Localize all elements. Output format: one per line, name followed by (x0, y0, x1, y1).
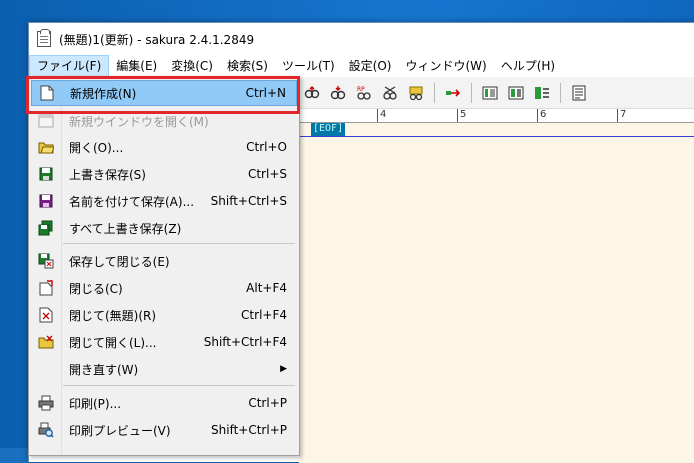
menu-item-open[interactable]: 開く(O)... Ctrl+O (31, 134, 297, 160)
print-preview-icon (31, 417, 61, 443)
window-title: (無題)1(更新) - sakura 2.4.1.2849 (59, 32, 255, 47)
menu-search[interactable]: 検索(S) (220, 55, 275, 77)
menu-item-label: 印刷(P)... (69, 396, 122, 411)
menu-item-label: 新規ウインドウを開く(M) (69, 114, 209, 129)
menu-item-shortcut: Shift+Ctrl+F4 (203, 335, 287, 349)
menu-item-label: 閉じて開く(L)... (69, 335, 157, 350)
ruler: 4 5 6 7 8 (299, 109, 694, 123)
menu-separator (63, 385, 295, 386)
menu-item-print-preview[interactable]: 印刷プレビュー(V) Shift+Ctrl+P (31, 417, 297, 443)
menu-item-shortcut: Ctrl+P (248, 396, 287, 410)
open-folder-icon (31, 134, 61, 160)
grep-icon[interactable] (405, 82, 427, 104)
menu-item-save-all[interactable]: すべて上書き保存(Z) (31, 215, 297, 241)
settings-list-icon[interactable] (568, 82, 590, 104)
find-next-icon[interactable] (327, 82, 349, 104)
menu-item-label: 印刷プレビュー(V) (69, 423, 171, 438)
menu-help[interactable]: ヘルプ(H) (494, 55, 562, 77)
new-document-icon (32, 80, 62, 106)
file-menu-dropdown: 新規作成(N) Ctrl+N 新規ウインドウを開く(M) 開く(O)... Ct… (28, 76, 300, 456)
save-as-icon (31, 188, 61, 214)
menu-item-label: 新規作成(N) (70, 86, 137, 101)
find-prev-icon[interactable] (301, 82, 323, 104)
menu-edit[interactable]: 編集(E) (109, 55, 164, 77)
menu-settings[interactable]: 設定(O) (342, 55, 399, 77)
menu-item-shortcut: Alt+F4 (246, 281, 287, 295)
menu-item-shortcut: Ctrl+N (245, 86, 286, 100)
tag-jump-icon[interactable] (442, 82, 464, 104)
menu-item-new[interactable]: 新規作成(N) Ctrl+N (31, 80, 297, 106)
menu-item-shortcut: Shift+Ctrl+S (210, 194, 287, 208)
menu-item-label: 名前を付けて保存(A)... (69, 194, 195, 209)
menu-item-shortcut: Ctrl+O (246, 140, 287, 154)
menu-item-shortcut: Ctrl+S (247, 167, 287, 181)
toolbar-separator (434, 82, 435, 103)
menu-item-label: 開く(O)... (69, 140, 124, 155)
save-close-icon (31, 248, 61, 274)
new-window-icon (31, 108, 61, 134)
menu-item-reopen[interactable]: 開き直す(W) ▶ (31, 356, 297, 382)
menu-item-print[interactable]: 印刷(P)... Ctrl+P (31, 390, 297, 416)
cursor-line (299, 136, 694, 137)
menu-item-new-window[interactable]: 新規ウインドウを開く(M) (31, 108, 297, 134)
print-icon (31, 390, 61, 416)
menu-item-save[interactable]: 上書き保存(S) Ctrl+S (31, 161, 297, 187)
menu-tools[interactable]: ツール(T) (275, 55, 342, 77)
menu-item-save-as[interactable]: 名前を付けて保存(A)... Shift+Ctrl+S (31, 188, 297, 214)
ruler-mark: 5 (457, 109, 466, 122)
toolbar-separator (560, 82, 561, 103)
menu-item-label: 保存して閉じる(E) (69, 254, 170, 269)
menu-item-close-untitled[interactable]: 閉じて(無題)(R) Ctrl+F4 (31, 302, 297, 328)
close-open-icon (31, 329, 61, 355)
menu-item-label: 開き直す(W) (69, 362, 139, 377)
menu-item-close-open[interactable]: 閉じて開く(L)... Shift+Ctrl+F4 (31, 329, 297, 355)
eof-marker: [EOF] (311, 123, 346, 136)
menu-item-shortcut: Ctrl+F4 (241, 308, 287, 322)
menu-bar: ファイル(F) 編集(E) 変換(C) 検索(S) ツール(T) 設定(O) ウ… (29, 55, 694, 77)
menu-convert[interactable]: 変換(C) (164, 55, 220, 77)
close-untitled-icon (31, 302, 61, 328)
menu-item-label: 閉じる(C) (69, 281, 123, 296)
menu-item-close[interactable]: 閉じる(C) Alt+F4 (31, 275, 297, 301)
menu-separator (63, 243, 295, 244)
menu-window[interactable]: ウィンドウ(W) (398, 55, 493, 77)
menu-item-save-close[interactable]: 保存して閉じる(E) (31, 248, 297, 274)
menu-file[interactable]: ファイル(F) (29, 55, 110, 77)
toolbar-separator (471, 82, 472, 103)
diff-icon[interactable] (505, 82, 527, 104)
text-editor-area[interactable]: [EOF] (299, 123, 694, 463)
title-bar[interactable]: (無題)1(更新) - sakura 2.4.1.2849 (29, 23, 694, 55)
notepad-icon (37, 29, 51, 47)
close-document-icon (31, 275, 61, 301)
ruler-mark: 7 (617, 109, 626, 122)
compare-icon[interactable] (479, 82, 501, 104)
ruler-mark: 6 (537, 109, 546, 122)
svg-text:RP: RP (357, 86, 365, 93)
regex-find-icon[interactable]: RP (353, 82, 375, 104)
ruler-mark: 4 (377, 109, 386, 122)
outline-icon[interactable] (531, 82, 553, 104)
menu-item-label: すべて上書き保存(Z) (69, 221, 182, 236)
submenu-arrow-icon: ▶ (280, 364, 287, 374)
menu-item-label: 閉じて(無題)(R) (69, 308, 157, 323)
menu-item-label: 上書き保存(S) (69, 167, 146, 182)
replace-icon[interactable] (379, 82, 401, 104)
save-all-icon (31, 215, 61, 241)
save-icon (31, 161, 61, 187)
menu-item-shortcut: Shift+Ctrl+P (211, 423, 287, 437)
